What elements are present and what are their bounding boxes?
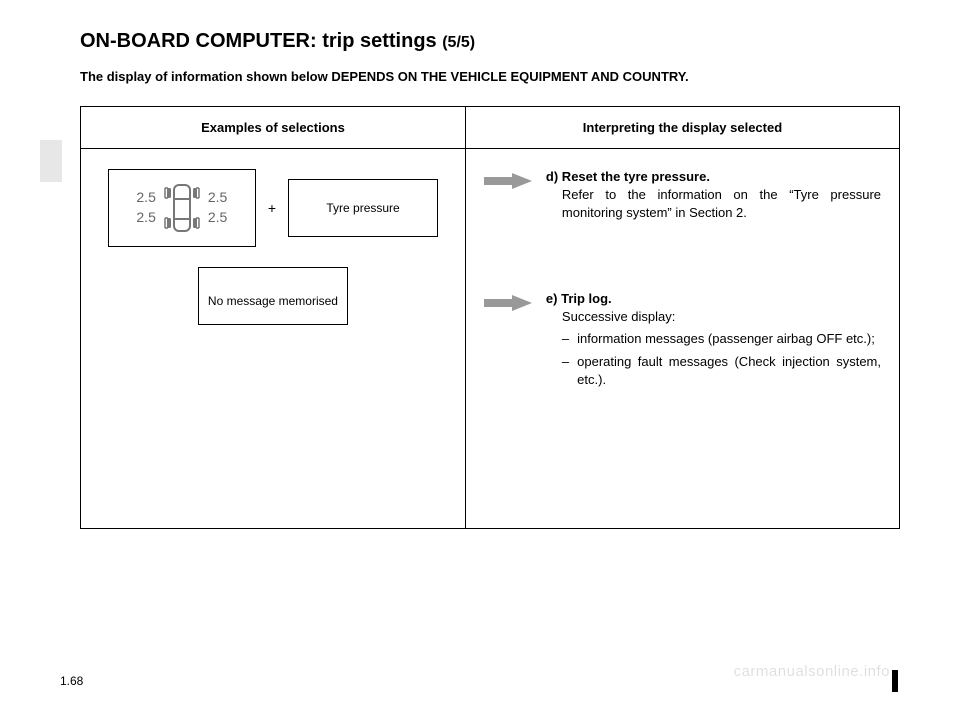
page-number: 1.68 xyxy=(60,674,83,688)
item-e-label: e) Trip log. xyxy=(546,291,881,306)
page-title: ON-BOARD COMPUTER: trip settings (5/5) xyxy=(80,30,900,53)
tyre-fl: 2.5 xyxy=(136,188,155,208)
tyre-rr: 2.5 xyxy=(208,208,227,228)
item-d-label: d) Reset the tyre pressure. xyxy=(546,169,881,184)
tyre-values-right: 2.5 2.5 xyxy=(208,188,227,227)
plus-sign: + xyxy=(264,200,280,216)
intro-text: The display of information shown below D… xyxy=(80,69,900,84)
arrow-right-icon xyxy=(484,171,534,191)
tyre-pressure-label-box: Tyre pressure xyxy=(288,179,438,237)
tyre-pressure-row: 2.5 2.5 xyxy=(91,169,455,247)
car-top-icon xyxy=(162,179,202,237)
title-sub: (5/5) xyxy=(442,34,475,51)
item-e-list: – information messages (passenger airbag… xyxy=(546,330,881,389)
list-item-text: information messages (passenger airbag O… xyxy=(577,330,875,348)
settings-table: Examples of selections Interpreting the … xyxy=(80,106,900,529)
dash-icon: – xyxy=(562,353,569,388)
item-e: e) Trip log. Successive display: – infor… xyxy=(484,291,881,394)
tyre-fr: 2.5 xyxy=(208,188,227,208)
interpretation-cell: d) Reset the tyre pressure. Refer to the… xyxy=(465,149,899,529)
list-item-text: operating fault messages (Check injectio… xyxy=(577,353,881,388)
title-main: ON-BOARD COMPUTER: trip settings xyxy=(80,30,442,52)
tyre-pressure-display: 2.5 2.5 xyxy=(108,169,256,247)
col-head-right: Interpreting the display selected xyxy=(465,107,899,149)
examples-cell: 2.5 2.5 xyxy=(81,149,466,529)
tyre-values-left: 2.5 2.5 xyxy=(136,188,155,227)
dash-icon: – xyxy=(562,330,569,348)
message-row: No message memorised xyxy=(91,267,455,325)
arrow-right-icon xyxy=(484,293,534,313)
list-item: – information messages (passenger airbag… xyxy=(562,330,881,348)
item-e-body: Successive display: xyxy=(546,308,881,326)
list-item: – operating fault messages (Check inject… xyxy=(562,353,881,388)
col-head-left: Examples of selections xyxy=(81,107,466,149)
no-message-box: No message memorised xyxy=(198,267,348,325)
footer: 1.68 xyxy=(60,674,900,688)
page-marker xyxy=(892,670,898,692)
tyre-rl: 2.5 xyxy=(136,208,155,228)
side-tab xyxy=(40,140,62,182)
item-d: d) Reset the tyre pressure. Refer to the… xyxy=(484,169,881,221)
item-d-body: Refer to the information on the “Tyre pr… xyxy=(546,186,881,221)
